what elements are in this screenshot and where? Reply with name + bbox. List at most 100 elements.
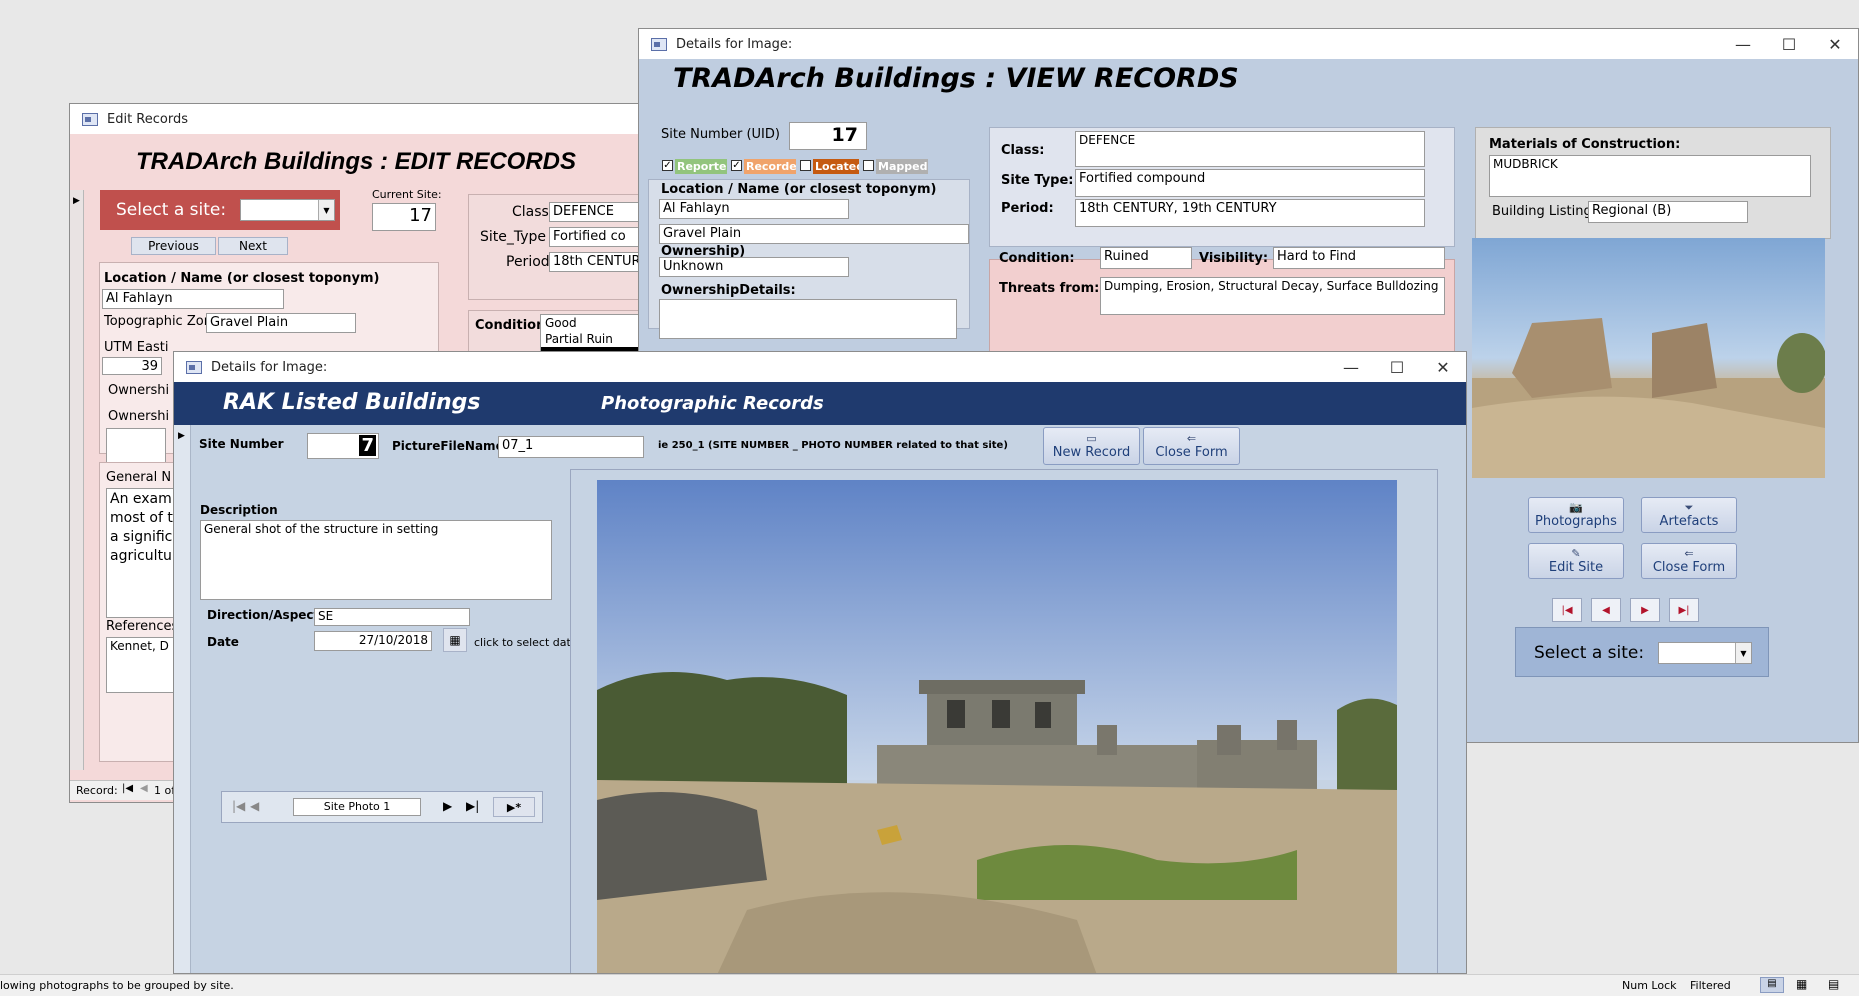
edit-site-type-field[interactable]: Fortified co (549, 227, 640, 247)
direction-label: Direction/Aspect (207, 608, 320, 622)
photo-close-form-button[interactable]: ⇐ Close Form (1143, 427, 1240, 465)
first-record-button[interactable]: |◀ (1552, 598, 1582, 622)
new-record-icon: ▭ (1086, 431, 1097, 445)
maximize-icon[interactable]: ☐ (1374, 352, 1420, 382)
nav-prev-icon[interactable]: ◀ (250, 799, 259, 813)
close-form-icon: ⇐ (1684, 546, 1694, 560)
select-site-label: Select a site: (116, 200, 227, 220)
general-notes-line: a signific (110, 529, 173, 545)
view-close-form-button[interactable]: ⇐ Close Form (1641, 543, 1737, 579)
view-location-label: Location / Name (or closest toponym) (661, 182, 937, 197)
topo-zone-label: Topographic Zone (104, 314, 220, 329)
picture-file-field[interactable]: 07_1 (498, 436, 644, 458)
edit-site-button[interactable]: ✎ Edit Site (1528, 543, 1624, 579)
minimize-icon[interactable]: — (1328, 352, 1374, 382)
view-visibility-label: Visibility: (1199, 251, 1269, 266)
photo-navigator: |◀ ◀ Site Photo 1 ▶ ▶| ▶* (221, 791, 543, 823)
utm-field[interactable]: 39 (102, 357, 162, 375)
photo-site-number-label: Site Number (199, 437, 284, 451)
close-icon[interactable]: ✕ (1812, 29, 1858, 59)
edit-header-title: TRADArch Buildings : EDIT RECORDS (136, 148, 577, 175)
mudbrick-ruin-photo (1472, 318, 1825, 478)
edit-site-type-label: Site_Type (480, 229, 547, 245)
calendar-button[interactable]: ▦ (443, 628, 467, 652)
topo-zone-combo[interactable]: Gravel Plain (206, 313, 356, 333)
view-select-site-combo[interactable]: ▼ (1658, 642, 1752, 664)
general-notes-line: agricultu (110, 548, 172, 564)
calendar-icon: ▦ (449, 633, 461, 647)
photo-nav-field[interactable]: Site Photo 1 (293, 798, 421, 816)
description-field[interactable]: General shot of the structure in setting (200, 520, 552, 600)
next-record-button[interactable]: ▶ (1630, 598, 1660, 622)
record-count: 1 of (154, 784, 176, 797)
prev-record-icon[interactable]: ◀ (140, 783, 148, 794)
date-label: Date (207, 635, 239, 649)
close-form-icon: ⇐ (1186, 431, 1197, 445)
located-checkbox[interactable] (800, 160, 811, 171)
select-site-combo[interactable]: ▼ (240, 199, 335, 221)
located-tag: Located (813, 159, 859, 174)
view-site-type-label: Site Type: (1001, 173, 1074, 188)
view-threats-label: Threats from: (999, 281, 1100, 296)
direction-combo[interactable]: SE (314, 608, 470, 626)
photo-header-left: RAK Listed Buildings (223, 390, 481, 415)
photo-site-number-field[interactable]: 7 (307, 433, 379, 459)
view-header-title: TRADArch Buildings : VIEW RECORDS (673, 63, 1239, 94)
edit-class-field[interactable]: DEFENCE (549, 202, 640, 222)
reported-checkbox[interactable]: ✓ (662, 160, 673, 171)
view-period-field: 18th CENTURY, 19th CENTURY (1075, 199, 1425, 227)
record-selector[interactable]: ▶ (70, 190, 84, 770)
view-select-site-label: Select a site: (1534, 643, 1645, 663)
minimize-icon[interactable]: — (1720, 29, 1766, 59)
datasheet-view-icon[interactable]: ▦ (1796, 977, 1807, 991)
location-combo[interactable]: Al Fahlayn (102, 289, 284, 309)
nav-first-icon[interactable]: |◀ (232, 799, 245, 813)
photographs-button[interactable]: 📷 Photographs (1528, 497, 1624, 533)
mapped-checkbox[interactable] (863, 160, 874, 171)
general-notes-label: General N (106, 470, 172, 485)
form-view-icon[interactable]: ▤ (1760, 977, 1784, 993)
record-navigator: Record: |◀ ◀ 1 of (70, 780, 180, 800)
view-condition-label: Condition: (999, 251, 1075, 266)
view-zone-field: Gravel Plain (659, 224, 969, 244)
next-button[interactable]: Next (218, 237, 288, 255)
first-record-icon[interactable]: |◀ (122, 783, 133, 794)
photo-header-band: RAK Listed Buildings Photographic Record… (174, 382, 1466, 425)
recorded-checkbox[interactable]: ✓ (731, 160, 742, 171)
view-visibility-field: Hard to Find (1273, 247, 1445, 269)
view-select-site-panel: Select a site: ▼ (1515, 627, 1769, 677)
photo-header-right: Photographic Records (601, 393, 824, 414)
new-record-button[interactable]: ▭ New Record (1043, 427, 1140, 465)
condition-option[interactable]: Partial Ruin (541, 331, 640, 347)
nav-next-icon[interactable]: ▶ (443, 799, 452, 813)
close-icon[interactable]: ✕ (1420, 352, 1466, 382)
maximize-icon[interactable]: ☐ (1766, 29, 1812, 59)
view-ownership-field: Unknown (659, 257, 849, 277)
camera-icon: 📷 (1569, 500, 1583, 514)
edit-window-title: Edit Records (107, 111, 188, 127)
condition-option[interactable]: Good (541, 315, 640, 331)
artefacts-button[interactable]: ⏷ Artefacts (1641, 497, 1737, 533)
layout-view-icon[interactable]: ▤ (1828, 977, 1839, 991)
nav-new-record-button[interactable]: ▶* (493, 797, 535, 817)
edit-period-field[interactable]: 18th CENTUR (549, 252, 640, 272)
general-notes-line: most of t (110, 510, 173, 526)
last-record-button[interactable]: ▶| (1669, 598, 1699, 622)
ownership-details-label: OwnershipDetails: (661, 283, 796, 298)
photo-record-selector[interactable]: ▶ (174, 425, 191, 973)
status-bar: lowing photographs to be grouped by site… (0, 974, 1859, 996)
new-record-label: New Record (1052, 444, 1131, 460)
view-class-label: Class: (1001, 143, 1045, 158)
filter-icon: ⏷ (1684, 500, 1694, 514)
previous-button[interactable]: Previous (131, 237, 216, 255)
ownership-label-2: Ownershi (108, 409, 170, 424)
recorded-tag: Recorded (744, 159, 796, 174)
chevron-down-icon: ▼ (1735, 643, 1751, 663)
view-window-title: Details for Image: (676, 36, 793, 52)
building-photo (597, 480, 1397, 973)
prev-record-button[interactable]: ◀ (1591, 598, 1621, 622)
current-site-label: Current Site: (372, 188, 442, 201)
nav-last-icon[interactable]: ▶| (466, 799, 479, 813)
date-field[interactable]: 27/10/2018 (314, 631, 432, 651)
site-number-field: 17 (789, 122, 867, 150)
